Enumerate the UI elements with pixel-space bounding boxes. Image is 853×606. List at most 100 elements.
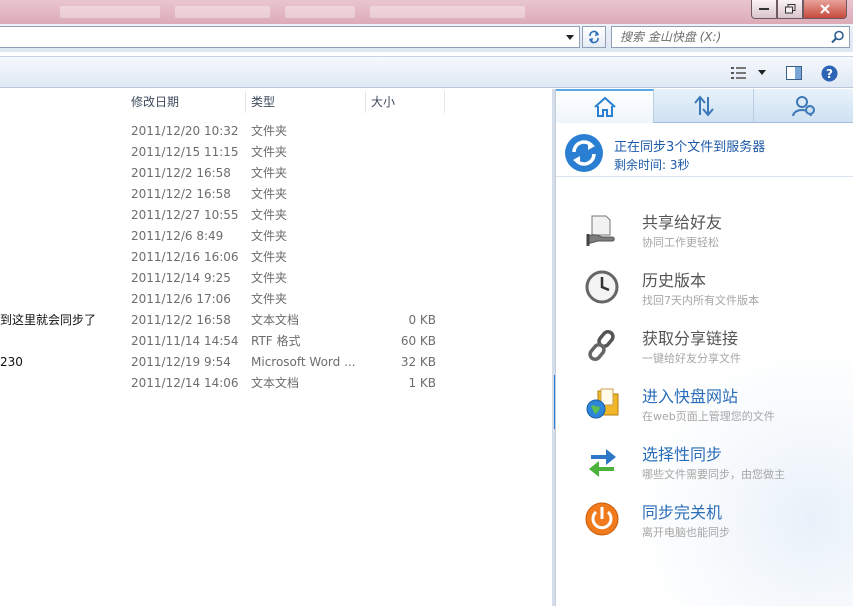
file-row[interactable]: 2011/11/14 14:54 RTF 格式 60 KB xyxy=(0,331,552,352)
file-date: 2011/12/2 16:58 xyxy=(131,187,231,201)
chevron-down-icon xyxy=(566,34,574,40)
search-icon xyxy=(831,30,844,44)
file-date: 2011/12/16 16:06 xyxy=(131,250,239,264)
chevron-down-icon xyxy=(758,70,766,75)
help-button[interactable]: ? xyxy=(821,64,838,82)
file-date: 2011/12/14 14:06 xyxy=(131,376,239,390)
minimize-button[interactable] xyxy=(751,0,777,19)
column-divider[interactable] xyxy=(365,91,366,113)
preview-pane-icon xyxy=(786,66,802,80)
close-button[interactable] xyxy=(803,0,847,19)
file-type: 文件夹 xyxy=(251,166,288,180)
feature-open-website[interactable]: 进入快盘网站 在web页面上管理您的文件 xyxy=(556,381,853,431)
maximize-button[interactable] xyxy=(777,0,803,19)
file-row[interactable]: 2011/12/16 16:06 文件夹 xyxy=(0,247,552,268)
file-date: 2011/12/2 16:58 xyxy=(131,166,231,180)
file-row[interactable]: 2011/12/14 14:06 文本文档 1 KB xyxy=(0,373,552,394)
file-date: 2011/12/2 16:58 xyxy=(131,313,231,327)
selective-sync-icon xyxy=(589,449,616,477)
tab-account[interactable] xyxy=(754,89,853,123)
feature-title: 进入快盘网站 xyxy=(642,387,739,406)
panel-tabs xyxy=(556,89,853,123)
file-row[interactable]: 2011/12/2 16:58 文件夹 xyxy=(0,184,552,205)
file-date: 2011/12/6 8:49 xyxy=(131,229,224,243)
sync-icon xyxy=(565,134,603,172)
file-row[interactable]: 2011/12/2 16:58 文件夹 xyxy=(0,163,552,184)
feature-share-with-friends[interactable]: 共享给好友 协同工作更轻松 xyxy=(556,207,853,257)
file-size: 1 KB xyxy=(408,376,436,390)
chain-link-icon xyxy=(588,329,615,362)
file-date: 2011/12/20 10:32 xyxy=(131,124,239,138)
feature-selective-sync[interactable]: 选择性同步 哪些文件需要同步，由您做主 xyxy=(556,439,853,489)
sync-status: 正在同步3个文件到服务器 剩余时间: 3秒 xyxy=(556,125,853,177)
tab-home[interactable] xyxy=(556,89,654,123)
column-divider[interactable] xyxy=(444,91,445,113)
file-type: 文件夹 xyxy=(251,145,288,159)
address-row: 搜索 金山快盘 (X:) xyxy=(0,24,853,52)
file-type: 文件夹 xyxy=(251,292,288,306)
feature-share-link[interactable]: 获取分享链接 一键给好友分享文件 xyxy=(556,323,853,373)
help-icon: ? xyxy=(821,65,838,81)
view-options-button[interactable] xyxy=(731,64,767,82)
feature-subtitle: 在web页面上管理您的文件 xyxy=(642,410,775,423)
toolbar: ? xyxy=(0,56,853,88)
feature-subtitle: 哪些文件需要同步，由您做主 xyxy=(642,468,785,481)
file-name: 230 xyxy=(0,355,23,369)
feature-title: 同步完关机 xyxy=(642,503,723,522)
address-dropdown-button[interactable] xyxy=(563,29,577,45)
file-type: Microsoft Word ... xyxy=(251,355,356,369)
file-type: 文件夹 xyxy=(251,250,288,264)
file-row[interactable]: 到这里就会同步了 2011/12/2 16:58 文本文档 0 KB xyxy=(0,310,552,331)
svg-text:?: ? xyxy=(826,67,833,81)
file-row[interactable]: 2011/12/6 8:49 文件夹 xyxy=(0,226,552,247)
file-row[interactable]: 2011/12/15 11:15 文件夹 xyxy=(0,142,552,163)
feature-subtitle: 找回7天内所有文件版本 xyxy=(642,294,759,307)
feature-title: 选择性同步 xyxy=(642,445,723,464)
refresh-button[interactable] xyxy=(582,26,606,48)
feature-subtitle: 协同工作更轻松 xyxy=(642,236,719,249)
transfer-arrows-icon xyxy=(693,94,714,117)
file-date: 2011/12/6 17:06 xyxy=(131,292,231,306)
taskbar-ghost xyxy=(175,6,270,18)
kuaipan-panel: 正在同步3个文件到服务器 剩余时间: 3秒 共享给好友 协同工作更轻松 历史版本… xyxy=(555,89,853,606)
file-type: 文件夹 xyxy=(251,124,288,138)
title-bar xyxy=(0,0,853,24)
search-placeholder: 搜索 金山快盘 (X:) xyxy=(620,30,722,44)
feature-subtitle: 一键给好友分享文件 xyxy=(642,352,741,365)
tab-transfers[interactable] xyxy=(654,89,754,123)
file-row[interactable]: 2011/12/14 9:25 文件夹 xyxy=(0,268,552,289)
file-row[interactable]: 230 2011/12/19 9:54 Microsoft Word ... 3… xyxy=(0,352,552,373)
share-hand-icon xyxy=(586,215,615,246)
feature-title: 获取分享链接 xyxy=(642,329,739,348)
home-icon xyxy=(593,96,616,117)
feature-shutdown-after-sync[interactable]: 同步完关机 离开电脑也能同步 xyxy=(556,497,853,547)
window-controls xyxy=(751,0,847,19)
file-date: 2011/11/14 14:54 xyxy=(131,334,239,348)
file-list: 修改日期 类型 大小 2011/12/20 10:32 文件夹 2011/12/… xyxy=(0,89,552,606)
search-input[interactable]: 搜索 金山快盘 (X:) xyxy=(611,26,850,48)
column-header-type[interactable]: 类型 xyxy=(247,89,365,115)
refresh-icon xyxy=(589,30,599,44)
file-size: 32 KB xyxy=(400,355,436,369)
file-date: 2011/12/15 11:15 xyxy=(131,145,239,159)
file-row[interactable]: 2011/12/20 10:32 文件夹 xyxy=(0,121,552,142)
file-type: 文件夹 xyxy=(251,229,288,243)
preview-pane-button[interactable] xyxy=(786,64,802,82)
globe-folder-icon xyxy=(586,388,619,419)
column-divider[interactable] xyxy=(245,91,246,113)
column-header-size[interactable]: 大小 xyxy=(367,89,443,115)
power-icon xyxy=(585,502,619,536)
file-row[interactable]: 2011/12/6 17:06 文件夹 xyxy=(0,289,552,310)
restore-icon xyxy=(784,4,795,14)
file-row[interactable]: 2011/12/27 10:55 文件夹 xyxy=(0,205,552,226)
taskbar-ghost xyxy=(370,6,525,18)
close-icon xyxy=(820,4,830,14)
feature-title: 共享给好友 xyxy=(642,213,723,232)
file-size: 0 KB xyxy=(408,313,436,327)
file-type: RTF 格式 xyxy=(251,334,301,348)
feature-version-history[interactable]: 历史版本 找回7天内所有文件版本 xyxy=(556,265,853,315)
column-header-date[interactable]: 修改日期 xyxy=(127,89,245,115)
address-bar[interactable] xyxy=(0,26,580,48)
file-type: 文本文档 xyxy=(251,376,300,390)
file-type: 文本文档 xyxy=(251,313,300,327)
